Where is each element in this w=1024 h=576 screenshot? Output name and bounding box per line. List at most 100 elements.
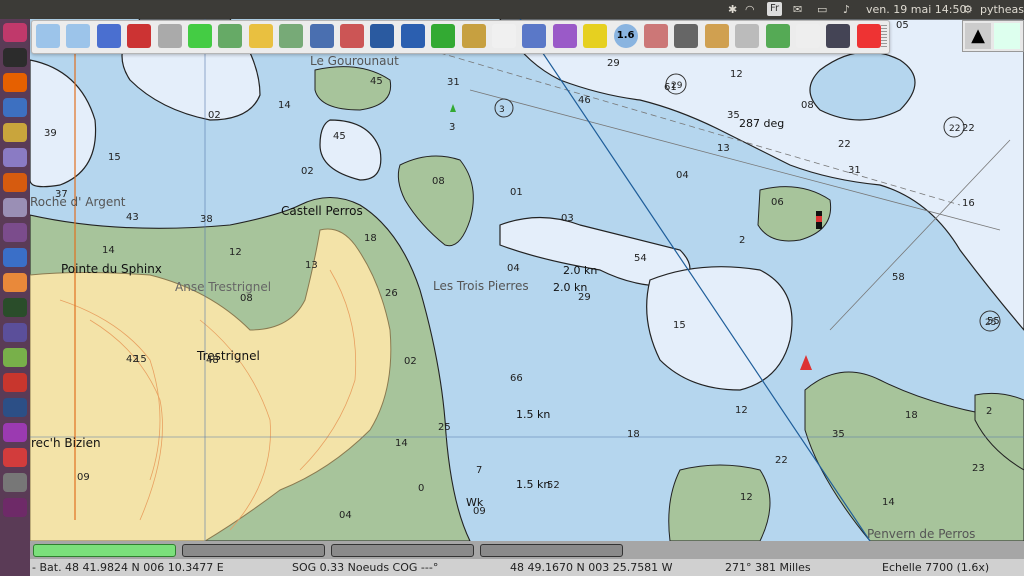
trash-icon[interactable]	[3, 498, 27, 517]
piano-key4[interactable]	[480, 544, 623, 557]
compass-control: ▲	[962, 20, 1024, 52]
text-editor-icon[interactable]	[3, 148, 27, 167]
place-pointe-du-sphinx: Pointe du Sphinx	[61, 262, 162, 276]
impress-icon[interactable]	[3, 373, 27, 392]
mail-icon[interactable]: ✉	[793, 0, 802, 19]
help-icon[interactable]	[400, 24, 425, 48]
sounding: 54	[634, 253, 647, 264]
app-purple-icon[interactable]	[3, 223, 27, 242]
firefox-icon[interactable]	[3, 73, 27, 92]
sounding: 12	[229, 247, 242, 258]
colors-palette-icon[interactable]	[796, 24, 820, 48]
sounding: 15	[134, 354, 147, 365]
scale-icon[interactable]: 1.6	[613, 24, 638, 48]
piano-key2[interactable]	[182, 544, 325, 557]
browser-icon[interactable]	[3, 98, 27, 117]
place-roche-d-argent: Roche d' Argent	[30, 195, 126, 209]
monitor-icon[interactable]	[3, 298, 27, 317]
wind-icon[interactable]	[735, 24, 760, 48]
colors-icon[interactable]	[461, 24, 486, 48]
app-navy-icon[interactable]	[3, 398, 27, 417]
rotate-icon[interactable]	[279, 24, 304, 48]
sounding: 02	[301, 166, 314, 177]
gear-icon[interactable]: ⚙	[963, 0, 973, 19]
user-name[interactable]: pytheas	[980, 0, 1024, 19]
sounding: 46	[578, 95, 591, 106]
route-icon[interactable]	[96, 24, 121, 48]
lifebuoy-icon[interactable]	[856, 24, 881, 48]
sounding: 43	[126, 212, 139, 223]
chart-label-tide1: 2.0 kn	[563, 264, 597, 277]
ais-target-icon[interactable]	[188, 24, 212, 48]
piano-key1[interactable]	[33, 544, 176, 557]
sounding: 04	[676, 170, 689, 181]
sounding: 12	[735, 405, 748, 416]
compass-icon[interactable]: ▲	[965, 23, 991, 49]
stretch-icon[interactable]	[248, 24, 273, 48]
place-les-trois-pierres: Les Trois Pierres	[433, 279, 529, 293]
sounding: 08	[432, 176, 445, 187]
app-red-icon[interactable]	[3, 448, 27, 467]
sounding: 35	[832, 429, 845, 440]
clock[interactable]: ven. 19 mai 14:50	[866, 0, 966, 19]
sounding: 12	[740, 492, 753, 503]
place-castell-perros: Castell Perros	[281, 204, 363, 218]
place-crech-bizien: rec'h Bizien	[31, 436, 101, 450]
volume-icon[interactable]: ♪	[843, 0, 850, 19]
tracks-icon[interactable]	[218, 24, 243, 48]
blank-icon[interactable]	[492, 24, 516, 48]
bluetooth-icon[interactable]: ✱	[728, 0, 737, 19]
zoom-out-icon[interactable]	[66, 24, 91, 48]
privacy-icon[interactable]	[3, 423, 27, 442]
sounding: 0	[418, 483, 424, 494]
toolbar-grip[interactable]	[881, 25, 887, 49]
crosshair-icon[interactable]	[765, 24, 790, 48]
ubuntu-dash-icon[interactable]	[3, 23, 27, 42]
language-indicator[interactable]: Fr	[767, 2, 783, 16]
gimp-icon[interactable]	[3, 173, 27, 192]
send-icon[interactable]	[522, 24, 547, 48]
save-download-icon[interactable]	[431, 24, 456, 48]
bearing-distance: 271° 381 Milles	[725, 561, 811, 574]
route-manager-icon[interactable]	[309, 24, 334, 48]
app-blue-icon[interactable]	[3, 248, 27, 267]
pencil-icon[interactable]	[583, 24, 608, 48]
chart-canvas[interactable]: Le Gourounaut Roche d' Argent Castell Perr…	[30, 19, 1024, 541]
circled-depth: 25	[985, 318, 996, 328]
app-gray-icon[interactable]	[3, 473, 27, 492]
battery-icon[interactable]: ▭	[817, 0, 827, 19]
sounding: 23	[972, 463, 985, 474]
sounding: 08	[240, 293, 253, 304]
vlc-icon[interactable]	[3, 273, 27, 292]
globe-icon[interactable]	[826, 24, 851, 48]
calendar-icon[interactable]	[3, 323, 27, 342]
sounding: 15	[673, 320, 686, 331]
terminal-icon[interactable]	[3, 48, 27, 67]
notes-icon[interactable]	[3, 123, 27, 142]
chart-label-bearing: 287 deg	[739, 117, 784, 130]
app-g-icon[interactable]	[3, 198, 27, 217]
sounding: 04	[339, 510, 352, 521]
dog-icon[interactable]	[674, 24, 699, 48]
mob-boat-icon[interactable]	[127, 24, 152, 48]
main-toolbar: 1.6	[31, 20, 890, 54]
sounding: 13	[717, 143, 730, 154]
chart-scale: Echelle 7700 (1.6x)	[882, 561, 990, 574]
waypoint-graph-icon[interactable]	[552, 24, 577, 48]
curve-icon[interactable]	[340, 24, 364, 48]
piano-key3[interactable]	[331, 544, 474, 557]
settings-icon[interactable]	[157, 24, 182, 48]
app-green-icon[interactable]	[3, 348, 27, 367]
sounding: 38	[200, 214, 213, 225]
app-launcher	[0, 19, 30, 576]
cursor-position: 48 49.1670 N 003 25.7581 W	[510, 561, 673, 574]
signal-icon[interactable]	[994, 23, 1020, 49]
sounding: 18	[364, 233, 377, 244]
zoom-in-icon[interactable]	[36, 24, 60, 48]
circled-depth: 29	[671, 81, 683, 91]
monitor-tool-icon[interactable]	[704, 24, 729, 48]
wifi-icon[interactable]: ◠	[745, 0, 755, 19]
tide-icon[interactable]	[370, 24, 395, 48]
waveform-icon[interactable]	[644, 24, 668, 48]
sounding: 12	[730, 69, 743, 80]
